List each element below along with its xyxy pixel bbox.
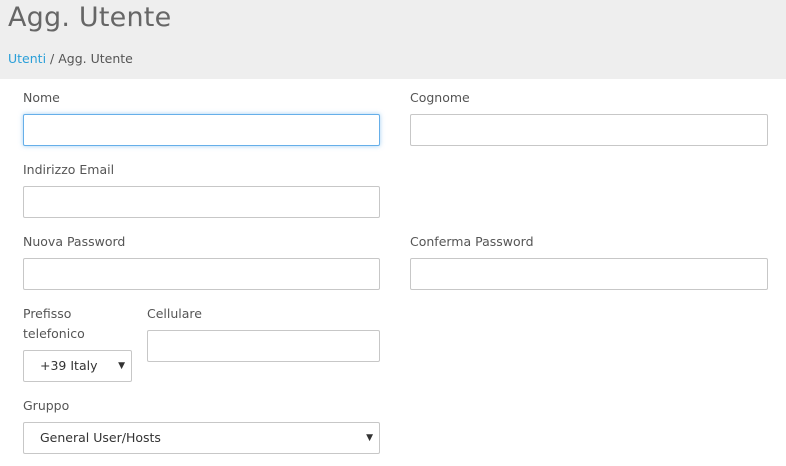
email-label: Indirizzo Email	[23, 162, 115, 177]
gruppo-select[interactable]: General User/Hosts ▼	[23, 422, 380, 454]
breadcrumb-separator: /	[46, 51, 59, 66]
password-label: Nuova Password	[23, 234, 126, 249]
gruppo-selected-value: General User/Hosts	[40, 430, 161, 445]
breadcrumb-current: Agg. Utente	[58, 51, 133, 66]
prefix-label: Prefisso telefonico	[23, 306, 85, 341]
page-header: Agg. Utente Utenti / Agg. Utente	[0, 0, 786, 79]
cognome-input[interactable]	[410, 114, 768, 146]
user-form: Nome Cognome Indirizzo Email Nuova Passw…	[8, 79, 786, 466]
nome-label: Nome	[23, 90, 60, 105]
page-title: Agg. Utente	[8, 2, 172, 33]
breadcrumb-link-utenti[interactable]: Utenti	[8, 51, 46, 66]
prefix-select[interactable]: +39 Italy ▼	[23, 350, 132, 382]
cellulare-label: Cellulare	[147, 306, 202, 321]
cognome-label: Cognome	[410, 90, 470, 105]
cellulare-input[interactable]	[147, 330, 380, 362]
breadcrumb: Utenti / Agg. Utente	[8, 51, 133, 66]
chevron-down-icon: ▼	[118, 361, 125, 371]
prefix-selected-value: +39 Italy	[40, 358, 98, 373]
chevron-down-icon: ▼	[366, 433, 373, 443]
confirm-password-label: Conferma Password	[410, 234, 534, 249]
email-input[interactable]	[23, 186, 380, 218]
password-input[interactable]	[23, 258, 380, 290]
confirm-password-input[interactable]	[410, 258, 768, 290]
nome-input[interactable]	[23, 114, 380, 146]
gruppo-label: Gruppo	[23, 398, 70, 413]
